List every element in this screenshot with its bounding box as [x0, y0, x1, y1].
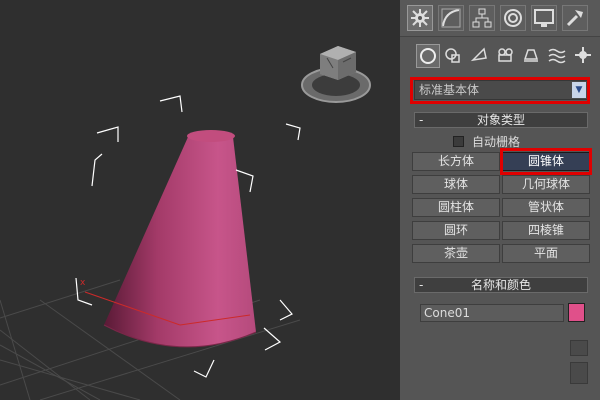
object-name-field[interactable]: Cone01: [420, 304, 564, 322]
svg-text:x: x: [80, 278, 86, 288]
autogrid-label: 自动栅格: [472, 135, 521, 149]
viewcube[interactable]: [301, 46, 371, 103]
plane-button[interactable]: 平面: [502, 244, 590, 263]
collapse-icon[interactable]: -: [419, 278, 423, 292]
shapes-icon[interactable]: [442, 44, 466, 68]
pyramid-button[interactable]: 四棱锥: [502, 221, 590, 240]
cone-button[interactable]: 圆锥体: [502, 152, 590, 171]
object-color-swatch[interactable]: [568, 303, 585, 322]
object-type-rollout-header[interactable]: - 对象类型: [414, 112, 588, 128]
dropdown-value: 标准基本体: [419, 83, 480, 97]
panel-scroll-box[interactable]: [570, 340, 588, 356]
cameras-icon[interactable]: [494, 44, 518, 68]
hierarchy-tab-icon[interactable]: [469, 5, 495, 31]
cylinder-button[interactable]: 圆柱体: [412, 198, 500, 217]
autogrid-checkbox[interactable]: [453, 136, 464, 147]
modify-tab-icon[interactable]: [438, 5, 464, 31]
display-tab-icon[interactable]: [531, 5, 557, 31]
name-color-title: 名称和颜色: [470, 278, 531, 292]
command-panel-tabs: [400, 0, 600, 37]
utilities-tab-icon[interactable]: [562, 5, 588, 31]
geometry-icon[interactable]: [416, 44, 440, 68]
create-tab-icon[interactable]: [407, 5, 433, 31]
cone-object[interactable]: [103, 130, 257, 348]
create-subcategory-row: [400, 38, 600, 74]
object-type-title: 对象类型: [476, 113, 525, 127]
geosphere-button[interactable]: 几何球体: [502, 175, 590, 194]
name-color-rollout-header[interactable]: - 名称和颜色: [414, 277, 588, 293]
sphere-button[interactable]: 球体: [412, 175, 500, 194]
panel-scroll-box[interactable]: [570, 362, 588, 384]
primitive-type-dropdown[interactable]: 标准基本体 ▼: [414, 80, 588, 100]
lights-icon[interactable]: [468, 44, 492, 68]
chevron-down-icon[interactable]: ▼: [572, 82, 586, 98]
spacewarps-icon[interactable]: [546, 44, 570, 68]
box-button[interactable]: 长方体: [412, 152, 500, 171]
command-panel: 标准基本体 ▼ - 对象类型 自动栅格 长方体 圆锥体 球体 几何球体 圆柱体 …: [400, 0, 600, 400]
helpers-icon[interactable]: [520, 44, 544, 68]
systems-icon[interactable]: [572, 44, 596, 68]
torus-button[interactable]: 圆环: [412, 221, 500, 240]
tube-button[interactable]: 管状体: [502, 198, 590, 217]
viewport-scene: x: [0, 46, 371, 400]
teapot-button[interactable]: 茶壶: [412, 244, 500, 263]
perspective-viewport[interactable]: x: [0, 0, 401, 400]
collapse-icon[interactable]: -: [419, 113, 423, 127]
motion-tab-icon[interactable]: [500, 5, 526, 31]
